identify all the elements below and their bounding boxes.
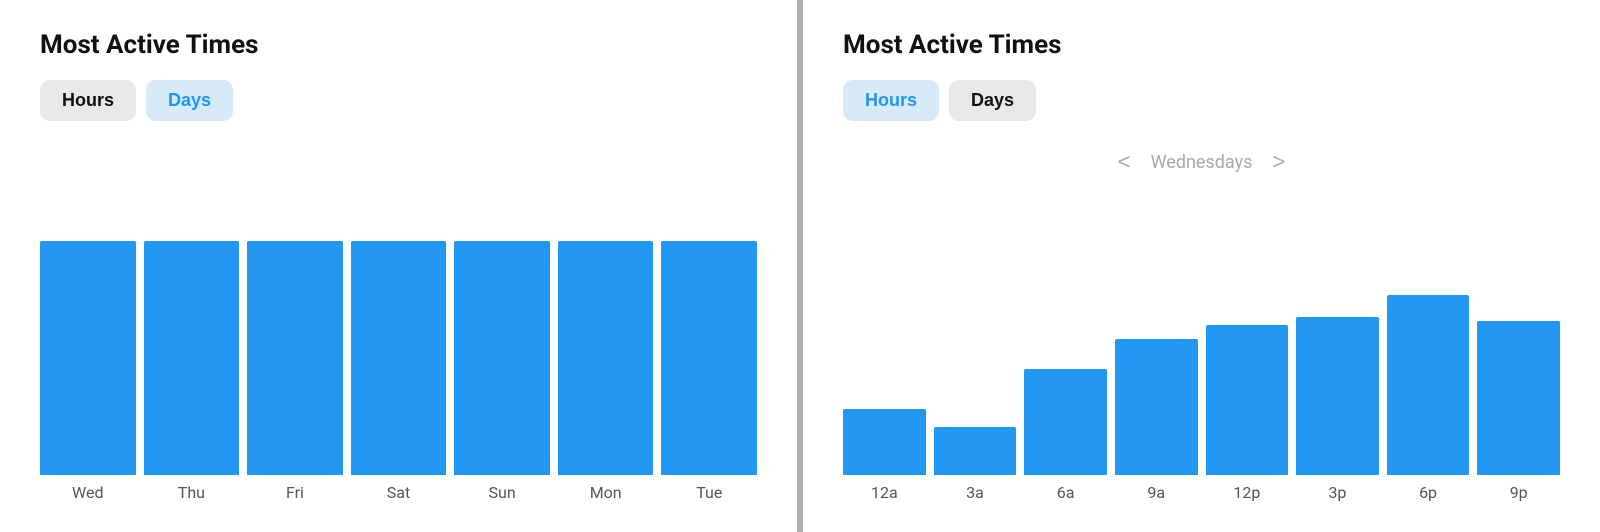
- right-bars-container: 12a 3a 6a 9a 12p 3p 6p 9p: [843, 193, 1560, 502]
- bar-col: Sat: [351, 241, 447, 502]
- left-days-button[interactable]: Days: [146, 80, 233, 121]
- bar-label: 12a: [871, 483, 898, 502]
- bar-label: Wed: [72, 483, 103, 502]
- right-hours-button[interactable]: Hours: [843, 80, 939, 121]
- bar: [843, 409, 926, 475]
- bar: [661, 241, 757, 475]
- bar: [40, 241, 136, 475]
- bar-col: Sun: [454, 241, 550, 502]
- bar-label: Mon: [590, 483, 622, 502]
- bar-col: 9p: [1477, 321, 1560, 502]
- bar: [1296, 317, 1379, 475]
- bar-label: 3p: [1328, 483, 1346, 502]
- bar-label: 9a: [1147, 483, 1165, 502]
- right-title: Most Active Times: [843, 30, 1560, 60]
- left-panel: Most Active Times Hours Days Wed Thu Fri Sa…: [0, 0, 797, 532]
- bar-col: Wed: [40, 241, 136, 502]
- bar-label: 6a: [1057, 483, 1075, 502]
- bar-label: Tue: [696, 483, 722, 502]
- bar: [1387, 295, 1470, 475]
- day-navigation: < Wednesdays >: [843, 151, 1560, 173]
- bar-col: 3p: [1296, 317, 1379, 502]
- bar: [1115, 339, 1198, 475]
- bar-label: Thu: [178, 483, 205, 502]
- bar: [351, 241, 447, 475]
- left-bars-container: Wed Thu Fri Sat Sun Mon Tue: [40, 151, 757, 502]
- left-title: Most Active Times: [40, 30, 757, 60]
- bar-label: 12p: [1233, 483, 1260, 502]
- left-chart: Wed Thu Fri Sat Sun Mon Tue: [40, 151, 757, 502]
- prev-day-button[interactable]: <: [1118, 151, 1131, 173]
- bar-col: 9a: [1115, 339, 1198, 502]
- bar-label: 3a: [966, 483, 984, 502]
- left-toggle-group: Hours Days: [40, 80, 757, 121]
- bar: [934, 427, 1017, 475]
- bar: [1206, 325, 1289, 475]
- bar-label: Sat: [387, 483, 410, 502]
- bar-label: Sun: [489, 483, 516, 502]
- bar-col: 3a: [934, 427, 1017, 502]
- bar: [144, 241, 240, 475]
- next-day-button[interactable]: >: [1272, 151, 1285, 173]
- bar-label: 9p: [1510, 483, 1528, 502]
- right-panel: Most Active Times Hours Days < Wednesday…: [803, 0, 1600, 532]
- bar: [558, 241, 654, 475]
- bar-label: Fri: [286, 483, 304, 502]
- bar-col: Mon: [558, 241, 654, 502]
- bar: [247, 241, 343, 475]
- bar-col: Thu: [144, 241, 240, 502]
- bar-col: Tue: [661, 241, 757, 502]
- bar-col: 6p: [1387, 295, 1470, 502]
- bar-col: 12a: [843, 409, 926, 502]
- bar-col: Fri: [247, 241, 343, 502]
- left-hours-button[interactable]: Hours: [40, 80, 136, 121]
- bar-label: 6p: [1419, 483, 1437, 502]
- bar: [454, 241, 550, 475]
- right-days-button[interactable]: Days: [949, 80, 1036, 121]
- bar: [1024, 369, 1107, 475]
- bar: [1477, 321, 1560, 475]
- bar-col: 12p: [1206, 325, 1289, 502]
- right-toggle-group: Hours Days: [843, 80, 1560, 121]
- current-day-label: Wednesdays: [1151, 152, 1253, 173]
- bar-col: 6a: [1024, 369, 1107, 502]
- right-chart: 12a 3a 6a 9a 12p 3p 6p 9p: [843, 193, 1560, 502]
